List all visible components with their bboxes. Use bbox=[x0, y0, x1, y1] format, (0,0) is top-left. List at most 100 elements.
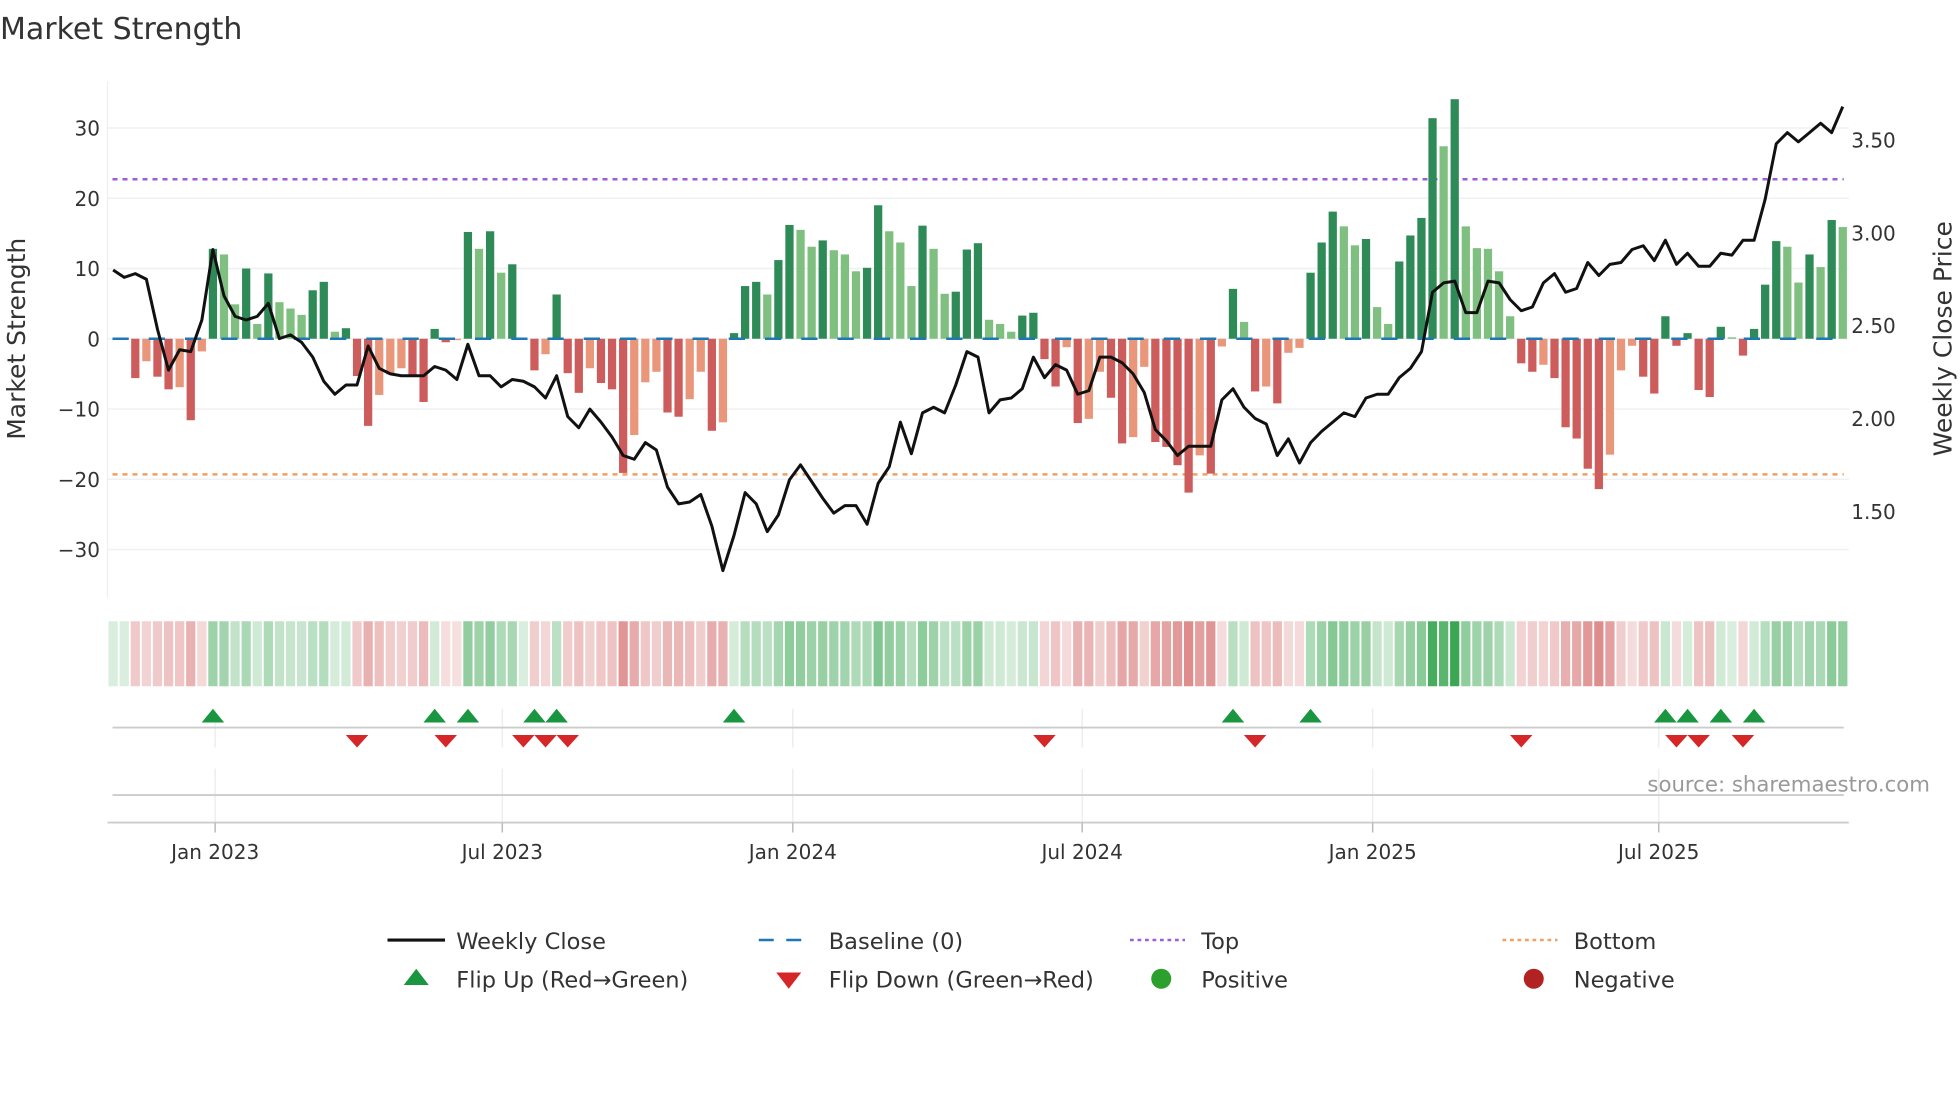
heat-strip-cell bbox=[152, 621, 163, 687]
strength-bar bbox=[1594, 338, 1603, 490]
flip-down-marker bbox=[345, 735, 369, 748]
heat-strip-cell bbox=[596, 621, 606, 687]
heat-strip-cell bbox=[363, 621, 373, 687]
heat-strip-cell bbox=[729, 621, 739, 687]
heat-strip-cell bbox=[1682, 621, 1693, 687]
strength-bars bbox=[131, 99, 1847, 493]
heat-strip-cell bbox=[1250, 621, 1260, 687]
flip-up-marker bbox=[722, 708, 746, 723]
heat-strip-cell bbox=[940, 621, 950, 687]
strength-bar bbox=[1517, 338, 1526, 364]
heat-strip-cell bbox=[407, 621, 418, 687]
heat-strip-cell bbox=[707, 621, 717, 687]
heat-strip-cell bbox=[1705, 621, 1715, 687]
heat-strip-cell bbox=[496, 621, 506, 687]
heat-strip-cell bbox=[1183, 621, 1194, 687]
heat-strip-cell bbox=[696, 621, 706, 687]
strength-bar bbox=[1749, 328, 1759, 339]
strength-bar bbox=[1328, 211, 1337, 339]
heat-strip-cell bbox=[1050, 621, 1061, 687]
strength-bar bbox=[1361, 238, 1371, 339]
heat-strip-cell bbox=[1439, 621, 1449, 687]
heat-strip-cell bbox=[1827, 621, 1837, 687]
strength-bar bbox=[1727, 337, 1737, 339]
heat-strip-cell bbox=[1450, 621, 1460, 687]
strength-bar bbox=[1206, 338, 1215, 474]
heat-strip-cell bbox=[241, 621, 251, 687]
strength-bar bbox=[563, 338, 572, 374]
strength-bar bbox=[674, 338, 683, 417]
y-tick-label: 30 bbox=[75, 117, 100, 141]
y2-tick-label: 3.50 bbox=[1851, 129, 1896, 153]
strength-bar bbox=[1550, 338, 1559, 379]
strength-heat-strip bbox=[108, 621, 1848, 687]
strength-bar bbox=[718, 338, 728, 423]
flip-up-marker bbox=[1709, 708, 1733, 723]
heat-strip-cell bbox=[1195, 621, 1205, 687]
strength-bar bbox=[1616, 338, 1626, 371]
heat-strip-cell bbox=[1838, 621, 1848, 687]
heat-strip-cell bbox=[884, 621, 894, 687]
heat-strip-cell bbox=[1095, 621, 1105, 687]
heat-strip-cell bbox=[629, 621, 639, 687]
heat-strip-cell bbox=[130, 621, 140, 687]
strength-bar bbox=[1350, 245, 1360, 339]
heat-strip-cell bbox=[1749, 621, 1759, 687]
heat-strip-cell bbox=[1572, 621, 1582, 687]
flip-up-marker bbox=[545, 708, 568, 723]
heat-strip-cell bbox=[252, 621, 262, 687]
strength-bar bbox=[1572, 338, 1581, 439]
strength-bar bbox=[397, 338, 406, 369]
strength-bar bbox=[874, 205, 883, 339]
strength-bar bbox=[1406, 235, 1415, 339]
heat-strip-cell bbox=[685, 621, 695, 687]
heat-strip-cell bbox=[341, 621, 351, 687]
heat-strip-cell bbox=[1117, 621, 1127, 687]
legend-label: Flip Up (Red→Green) bbox=[456, 968, 688, 994]
heat-strip-cell bbox=[1062, 621, 1072, 687]
heat-strip-cell bbox=[1616, 621, 1626, 687]
heat-strip-cell bbox=[1383, 621, 1393, 687]
heat-strip-cell bbox=[1405, 621, 1415, 687]
heat-strip-cell bbox=[474, 621, 484, 687]
heat-strip-cell bbox=[1416, 621, 1427, 687]
heat-strip-cell bbox=[308, 621, 318, 687]
strength-bar bbox=[1461, 226, 1470, 339]
heat-strip-cell bbox=[263, 621, 273, 687]
strength-bar bbox=[341, 328, 351, 339]
strength-bar bbox=[607, 338, 617, 390]
strength-bar bbox=[253, 323, 262, 339]
heat-strip-cell bbox=[1461, 621, 1471, 687]
x-tick-label: Jul 2025 bbox=[1616, 840, 1699, 864]
strength-bar bbox=[1228, 288, 1238, 339]
strength-bar bbox=[1295, 338, 1304, 348]
flip-up-marker bbox=[1742, 708, 1766, 723]
legend-label: Bottom bbox=[1574, 929, 1657, 955]
heat-strip-cell bbox=[795, 621, 806, 687]
y2-axis-label: Weekly Close Price bbox=[1928, 221, 1957, 456]
heat-strip-cell bbox=[197, 621, 207, 687]
heat-strip-cell bbox=[540, 621, 551, 687]
strength-bar bbox=[1339, 226, 1348, 339]
heat-strip-cell bbox=[1084, 621, 1094, 687]
flip-up-marker bbox=[201, 708, 225, 723]
legend-item-flip-down: Flip Down (Green→Red) bbox=[776, 968, 1094, 994]
heat-strip-cell bbox=[230, 621, 240, 687]
heat-strip-cell bbox=[1516, 621, 1526, 687]
strength-bar bbox=[1827, 220, 1836, 339]
market-strength-chart: Market Strength 30 20 10 0 −10 −20 −30 3.50 3.0… bbox=[0, 12, 1957, 994]
y-axis-ticks: 30 20 10 0 −10 −20 −30 bbox=[58, 117, 100, 562]
strength-bar bbox=[1539, 338, 1548, 365]
strength-bar bbox=[1639, 338, 1648, 377]
y-tick-label: −20 bbox=[58, 468, 100, 492]
strength-bar bbox=[1583, 338, 1592, 469]
heat-strip-cell bbox=[1073, 621, 1083, 687]
strength-bar bbox=[1439, 146, 1448, 339]
chart-title: Market Strength bbox=[0, 12, 242, 47]
heat-strip-cell bbox=[873, 621, 883, 687]
strength-bar bbox=[1450, 99, 1459, 339]
heat-strip-cell bbox=[1372, 621, 1382, 687]
heat-strip-cell bbox=[208, 621, 218, 687]
heat-strip-cell bbox=[906, 621, 917, 687]
strength-bar bbox=[1650, 338, 1659, 394]
